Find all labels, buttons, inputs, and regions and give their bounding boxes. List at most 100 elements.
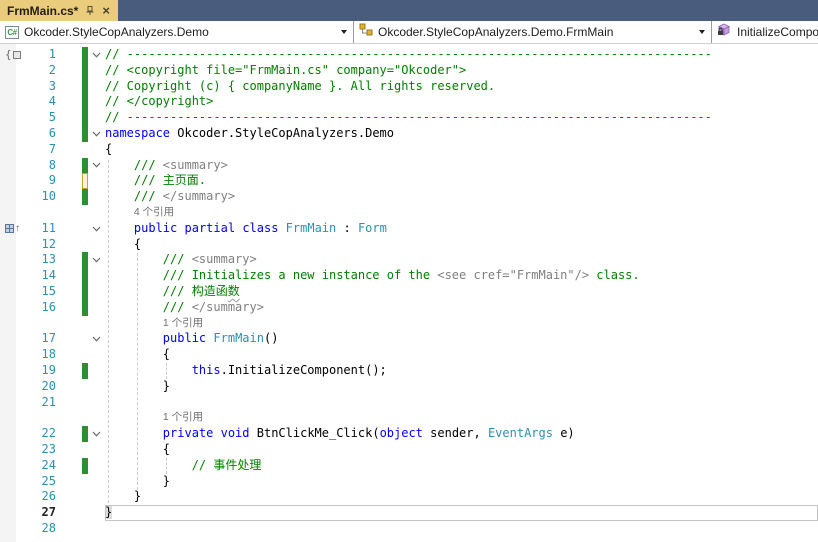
member-dropdown[interactable]: InitializeComponent [711,21,818,43]
fold-chevron-icon[interactable] [88,47,105,63]
fold-chevron-icon[interactable] [88,221,105,237]
line-number: 9 [30,173,56,189]
project-dropdown-label: Okcoder.StyleCopAnalyzers.Demo [24,25,209,39]
class-icon [359,23,373,41]
code-line[interactable]: 26 } [0,489,818,505]
code-line[interactable]: 17 public FrmMain() [0,331,818,347]
codelens-references[interactable]: 1 个引用 [105,316,818,332]
close-icon[interactable]: × [102,4,110,17]
glyph-cell [0,458,30,474]
glyph-cell [0,395,30,411]
glyph-cell [0,268,30,284]
fold-cell [88,505,105,521]
code-line[interactable]: 15 /// 构造函数 [0,284,818,300]
fold-chevron-icon[interactable] [88,158,105,174]
code-line[interactable]: {1// -----------------------------------… [0,47,818,63]
line-number: 14 [30,268,56,284]
code-text: /// </summary> [105,300,818,316]
glyph-cell [0,300,30,316]
code-line[interactable]: 21 [0,395,818,411]
glyph-cell [0,158,30,174]
code-line[interactable]: 28 [0,521,818,537]
fold-cell [88,379,105,395]
line-number: 28 [30,521,56,537]
line-number [30,316,56,332]
fold-cell [88,237,105,253]
code-line[interactable]: 16 /// </summary> [0,300,818,316]
code-text: /// <summary> [105,158,818,174]
glyph-cell [0,126,30,142]
glyph-cell [0,363,30,379]
fold-cell [88,142,105,158]
code-line[interactable]: 24 // 事件处理 [0,458,818,474]
project-dropdown[interactable]: C# Okcoder.StyleCopAnalyzers.Demo [0,21,353,43]
code-line[interactable]: ↑11 public partial class FrmMain : Form [0,221,818,237]
fold-chevron-icon[interactable] [88,126,105,142]
codelens-references[interactable]: 4 个引用 [105,205,818,221]
code-line[interactable]: 9 /// 主页面. [0,173,818,189]
code-line[interactable]: 7{ [0,142,818,158]
codelens-row[interactable]: 4 个引用 [0,205,818,221]
document-tab[interactable]: FrmMain.cs* × [0,0,118,21]
fold-chevron-icon[interactable] [88,252,105,268]
code-line[interactable]: 5 // ------------------------------------… [0,110,818,126]
code-line[interactable]: 18 { [0,347,818,363]
glyph-cell [0,426,30,442]
code-line[interactable]: 6namespace Okcoder.StyleCopAnalyzers.Dem… [0,126,818,142]
code-text: } [105,474,818,490]
fold-cell [88,173,105,189]
code-line[interactable]: 3// Copyright (c) { companyName }. All r… [0,79,818,95]
line-number: 22 [30,426,56,442]
code-text: private void BtnClickMe_Click(object sen… [105,426,818,442]
code-text: // -------------------------------------… [105,110,818,126]
line-number: 13 [30,252,56,268]
code-line[interactable]: 10 /// </summary> [0,189,818,205]
glyph-cell [0,489,30,505]
navigation-bar: C# Okcoder.StyleCopAnalyzers.Demo Okcode… [0,21,818,44]
code-line[interactable]: 20 } [0,379,818,395]
code-line[interactable]: 4// </copyright> [0,94,818,110]
code-text: /// 主页面. [105,173,818,189]
code-text: public partial class FrmMain : Form [105,221,818,237]
code-line[interactable]: 25 } [0,474,818,490]
glyph-cell [0,94,30,110]
line-number: 7 [30,142,56,158]
chevron-down-icon [341,30,347,34]
glyph-cell [0,521,30,537]
code-text: namespace Okcoder.StyleCopAnalyzers.Demo [105,126,818,142]
fold-chevron-icon[interactable] [88,426,105,442]
code-line[interactable]: 19 this.InitializeComponent(); [0,363,818,379]
code-line[interactable]: 13 /// <summary> [0,252,818,268]
code-editor[interactable]: {1// -----------------------------------… [0,44,818,542]
fold-cell [88,268,105,284]
fold-cell [88,474,105,490]
code-text: /// 构造函数 [105,284,818,300]
line-number: 15 [30,284,56,300]
type-dropdown[interactable]: Okcoder.StyleCopAnalyzers.Demo.FrmMain [353,21,711,43]
code-suggestion-icon[interactable]: { [0,47,30,63]
fold-cell [88,458,105,474]
fold-cell [88,94,105,110]
line-number: 19 [30,363,56,379]
glyph-cell [0,347,30,363]
code-line[interactable]: 2// <copyright file="FrmMain.cs" company… [0,63,818,79]
line-number: 2 [30,63,56,79]
fold-chevron-icon[interactable] [88,331,105,347]
code-line[interactable]: 27} [0,505,818,521]
code-text: /// <summary> [105,252,818,268]
code-text: this.InitializeComponent(); [105,363,818,379]
code-line[interactable]: 8 /// <summary> [0,158,818,174]
code-line[interactable]: 12 { [0,237,818,253]
fold-cell [88,300,105,316]
code-line[interactable]: 14 /// Initializes a new instance of the… [0,268,818,284]
line-number: 5 [30,110,56,126]
pin-icon[interactable] [85,5,95,16]
codelens-row[interactable]: 1 个引用 [0,410,818,426]
line-number: 25 [30,474,56,490]
inheritance-icon[interactable]: ↑ [0,221,30,237]
code-line[interactable]: 23 { [0,442,818,458]
codelens-references[interactable]: 1 个引用 [105,410,818,426]
code-line[interactable]: 22 private void BtnClickMe_Click(object … [0,426,818,442]
fold-cell [88,395,105,411]
codelens-row[interactable]: 1 个引用 [0,316,818,332]
